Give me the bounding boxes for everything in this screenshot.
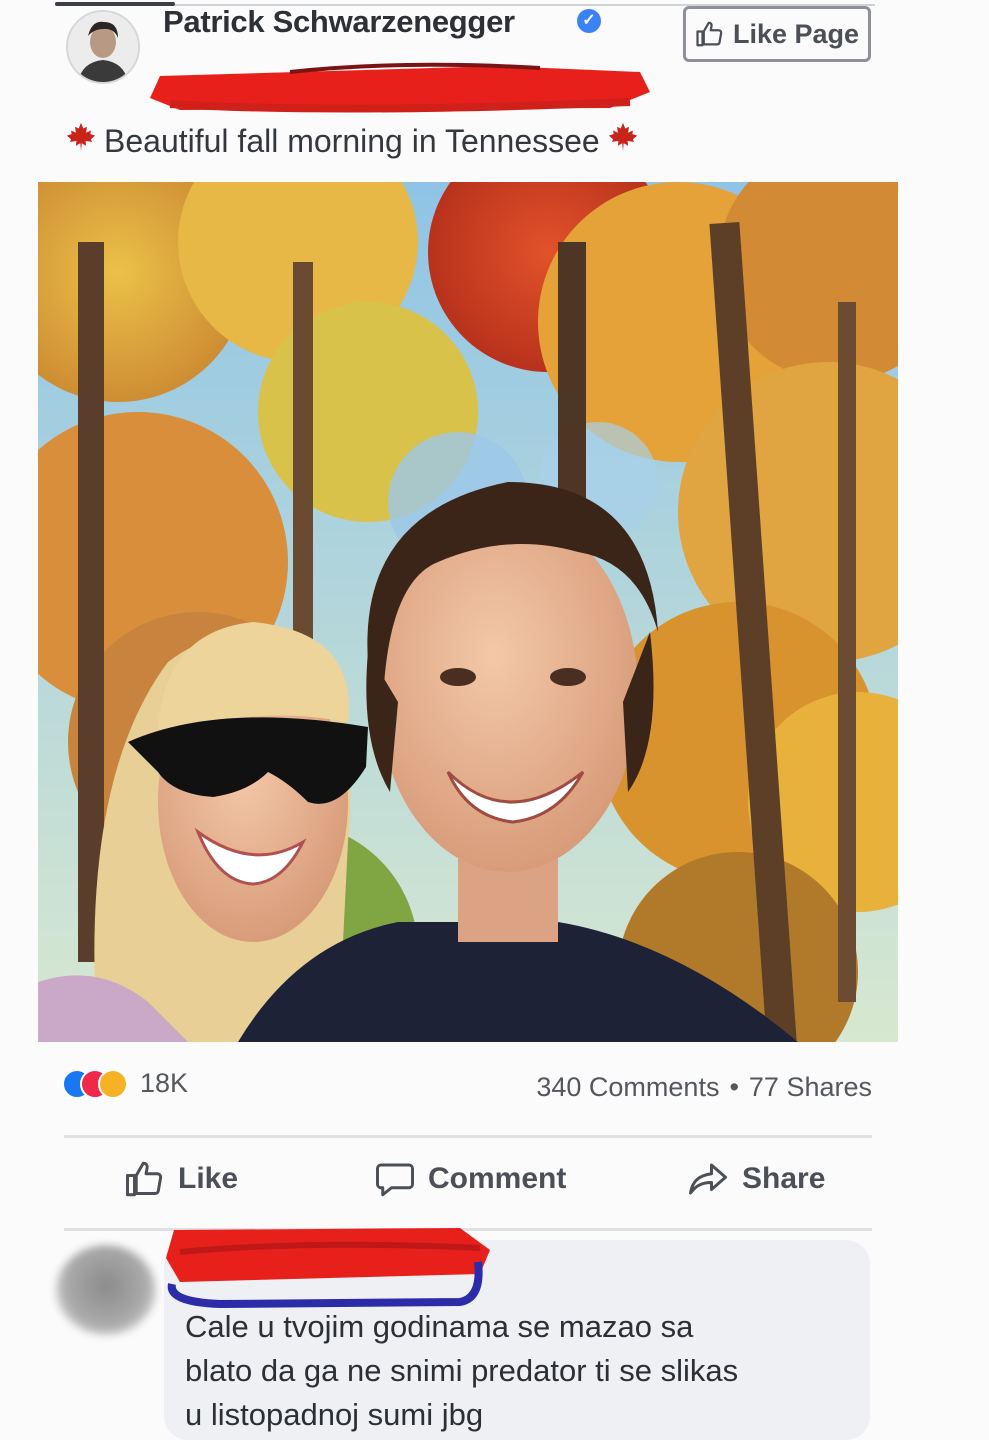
- maple-leaf-icon: [64, 120, 98, 162]
- maple-leaf-icon: [606, 120, 640, 162]
- laugh-reaction-icon: [98, 1068, 128, 1099]
- autumn-selfie-image: [38, 182, 898, 1042]
- commenter-avatar-blurred[interactable]: [56, 1245, 156, 1335]
- thumbs-up-icon: [696, 21, 723, 47]
- caption-text: Beautiful fall morning in Tennessee: [104, 122, 600, 159]
- share-arrow-icon: [689, 1163, 727, 1195]
- commenter-name-redaction: [166, 1228, 490, 1309]
- stats-divider: [64, 1135, 872, 1138]
- like-page-label: Like Page: [732, 18, 860, 49]
- author-name[interactable]: Patrick Schwarzenegger: [163, 4, 515, 40]
- thumbs-up-icon: [126, 1161, 163, 1197]
- comment-text: Cale u tvojim godinama se mazao sa blato…: [185, 1309, 739, 1432]
- author-avatar[interactable]: [66, 10, 140, 84]
- comment-button[interactable]: Comment: [374, 1158, 566, 1200]
- post-caption: Beautiful fall morning in Tennessee: [64, 120, 640, 162]
- engagement-stats: 340 Comments • 77 Shares: [536, 1072, 872, 1103]
- timestamp-redaction: [150, 62, 650, 113]
- comments-count-link[interactable]: 340 Comments: [536, 1072, 719, 1103]
- avatar-photo: [68, 12, 138, 82]
- stats-separator: •: [729, 1072, 739, 1102]
- like-label: Like: [178, 1162, 239, 1195]
- reactions-count: 18K: [140, 1068, 189, 1098]
- like-page-button[interactable]: Like Page: [683, 6, 871, 62]
- facebook-post-card: Patrick Schwarzenegger ✓ Like Page Beaut…: [0, 0, 989, 1440]
- share-button[interactable]: Share: [686, 1158, 825, 1200]
- verified-badge-icon: ✓: [577, 9, 601, 33]
- shares-count-link[interactable]: 77 Shares: [749, 1072, 872, 1103]
- reactions-summary[interactable]: 18K: [62, 1068, 188, 1099]
- share-label: Share: [742, 1162, 826, 1195]
- like-button[interactable]: Like: [124, 1158, 238, 1200]
- post-photo[interactable]: [38, 182, 898, 1042]
- top-tab-indicator: [55, 2, 175, 6]
- speech-bubble-icon: [376, 1163, 414, 1197]
- comment-label: Comment: [428, 1162, 567, 1195]
